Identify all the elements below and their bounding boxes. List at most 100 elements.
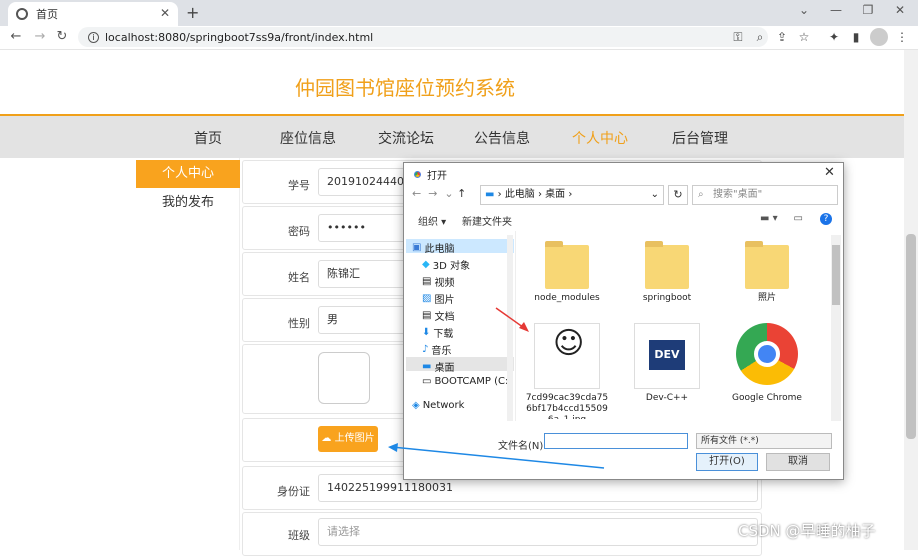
nav-notices[interactable]: 公告信息 bbox=[474, 128, 530, 148]
minimize-icon[interactable]: — bbox=[826, 3, 846, 17]
dialog-refresh-icon[interactable]: ↻ bbox=[668, 185, 688, 205]
tab-search-icon[interactable]: ⌄ bbox=[794, 3, 814, 17]
desktop-icon: ▬ bbox=[422, 361, 432, 372]
tree-item-this-pc[interactable]: ▣ 此电脑 bbox=[412, 240, 454, 255]
dialog-search-input[interactable]: ⌕ 搜索"桌面" bbox=[692, 185, 838, 205]
nav-profile[interactable]: 个人中心 bbox=[572, 128, 628, 148]
zoom-icon[interactable]: ⌕ bbox=[752, 30, 768, 45]
chevron-down-icon[interactable]: ⌄ bbox=[651, 186, 659, 204]
file-item[interactable]: node_modules bbox=[524, 241, 610, 304]
tree-label: 下载 bbox=[433, 329, 454, 340]
close-window-icon[interactable]: ✕ bbox=[890, 3, 910, 17]
file-item[interactable]: DEV Dev-C++ bbox=[624, 323, 710, 404]
photo-preview bbox=[318, 352, 370, 404]
tree-item-pictures[interactable]: ▨ 图片 bbox=[422, 291, 454, 306]
menu-kebab-icon[interactable]: ⋮ bbox=[894, 30, 910, 44]
restore-icon[interactable]: ❐ bbox=[858, 3, 878, 17]
tree-item-music[interactable]: ♪ 音乐 bbox=[422, 342, 451, 357]
tree-item-videos[interactable]: ▤ 视频 bbox=[422, 274, 454, 289]
tree-scrollbar[interactable] bbox=[507, 235, 513, 421]
search-icon: ⌕ bbox=[698, 189, 704, 200]
class-select[interactable]: 请选择 bbox=[318, 518, 758, 546]
url-text: localhost:8080/springboot7ss9a/front/ind… bbox=[105, 30, 374, 44]
file-label: 照片 bbox=[757, 293, 776, 303]
sidebar-item-my-posts[interactable]: 我的发布 bbox=[136, 192, 240, 214]
bookmark-star-icon[interactable]: ☆ bbox=[796, 30, 812, 44]
folder-icon bbox=[545, 241, 589, 289]
watermark: CSDN @早睡的柚子 bbox=[738, 522, 876, 540]
main-nav bbox=[0, 116, 918, 158]
chrome-icon bbox=[412, 169, 423, 180]
download-icon: ⬇ bbox=[422, 327, 431, 338]
sidebar-item-profile[interactable]: 个人中心 bbox=[136, 160, 240, 188]
sidepanel-icon[interactable]: ▮ bbox=[848, 30, 864, 44]
forward-icon[interactable]: → bbox=[32, 29, 48, 44]
file-name-label: 文件名(N): bbox=[498, 441, 547, 452]
file-item[interactable]: ☺ 7cd99cac39cda756bf17b4ccd155096a_1.jpg bbox=[524, 323, 610, 419]
file-type-select[interactable]: 所有文件 (*.*) bbox=[696, 433, 832, 449]
tree-item-downloads[interactable]: ⬇ 下载 bbox=[422, 325, 453, 340]
site-title: 仲园图书馆座位预约系统 bbox=[295, 76, 515, 100]
file-label: Dev-C++ bbox=[645, 393, 689, 403]
new-tab-icon[interactable]: + bbox=[186, 3, 199, 22]
file-name-input[interactable] bbox=[544, 433, 688, 449]
tree-label: 图片 bbox=[434, 295, 455, 306]
file-item[interactable]: 照片 bbox=[724, 241, 810, 304]
nav-home[interactable]: 首页 bbox=[194, 128, 222, 148]
path-segment[interactable]: 此电脑 bbox=[505, 189, 535, 200]
path-segment[interactable]: 桌面 bbox=[545, 189, 565, 200]
extensions-icon[interactable]: ✦ bbox=[826, 30, 842, 44]
nav-seats[interactable]: 座位信息 bbox=[280, 128, 336, 148]
tree-label: Network bbox=[422, 400, 465, 411]
dialog-nav-arrows[interactable]: ← → ⌄ ↑ bbox=[412, 187, 466, 200]
picture-icon: ▨ bbox=[422, 293, 432, 304]
nav-admin[interactable]: 后台管理 bbox=[672, 128, 728, 148]
open-file-dialog: 打开 ✕ ← → ⌄ ↑ ▬ › 此电脑 › 桌面 › ⌄ ↻ ⌕ 搜索"桌面"… bbox=[403, 162, 844, 480]
organize-menu[interactable]: 组织 ▾ bbox=[418, 213, 446, 228]
chrome-icon bbox=[736, 323, 798, 385]
address-bar[interactable]: i localhost:8080/springboot7ss9a/front/i… bbox=[78, 27, 768, 47]
file-item[interactable]: springboot bbox=[624, 241, 710, 304]
devcpp-icon: DEV bbox=[634, 323, 700, 389]
drive-icon: ▭ bbox=[422, 376, 432, 387]
tree-label: BOOTCAMP (C: bbox=[434, 376, 509, 387]
folder-icon bbox=[645, 241, 689, 289]
tree-label: 桌面 bbox=[434, 363, 455, 374]
close-tab-icon[interactable]: ✕ bbox=[160, 6, 170, 20]
tree-item-documents[interactable]: ▤ 文档 bbox=[422, 308, 454, 323]
document-icon: ▤ bbox=[422, 310, 432, 321]
cube-icon: ◆ bbox=[422, 259, 430, 270]
file-item[interactable]: Google Chrome bbox=[724, 323, 810, 404]
browser-tab[interactable]: 首页 ✕ bbox=[8, 2, 178, 26]
help-icon[interactable]: ? bbox=[820, 213, 832, 225]
back-icon[interactable]: ← bbox=[8, 29, 24, 44]
file-label: node_modules bbox=[534, 293, 600, 303]
nav-forum[interactable]: 交流论坛 bbox=[378, 128, 434, 148]
new-folder-button[interactable]: 新建文件夹 bbox=[462, 213, 512, 228]
dialog-path-bar[interactable]: ▬ › 此电脑 › 桌面 › ⌄ bbox=[480, 185, 664, 205]
info-icon[interactable]: i bbox=[88, 31, 99, 43]
dialog-close-icon[interactable]: ✕ bbox=[824, 165, 835, 180]
tree-item-drive[interactable]: ▭ BOOTCAMP (C: bbox=[422, 376, 508, 387]
tree-item-desktop[interactable]: ▬ 桌面 bbox=[422, 359, 454, 374]
key-icon[interactable]: ⚿ bbox=[730, 30, 746, 45]
profile-avatar[interactable] bbox=[870, 28, 888, 46]
folder-icon bbox=[745, 241, 789, 289]
tree-item-network[interactable]: ◈ Network bbox=[412, 400, 464, 411]
cancel-button[interactable]: 取消 bbox=[766, 453, 830, 471]
sidebar bbox=[136, 158, 240, 550]
tree-item-3d[interactable]: ◆ 3D 对象 bbox=[422, 257, 470, 272]
dialog-titlebar: 打开 bbox=[412, 167, 447, 182]
open-button[interactable]: 打开(O) bbox=[696, 453, 758, 471]
tree-label: 此电脑 bbox=[424, 244, 455, 255]
upload-image-button[interactable]: ☁ 上传图片 bbox=[318, 426, 378, 452]
search-placeholder: 搜索"桌面" bbox=[713, 189, 763, 200]
music-icon: ♪ bbox=[422, 344, 429, 355]
reload-icon[interactable]: ↻ bbox=[54, 29, 70, 44]
view-mode-icon[interactable]: ▬ ▾ ▭ bbox=[760, 213, 803, 224]
page-scrollbar-thumb[interactable] bbox=[906, 234, 916, 439]
cloud-upload-icon: ☁ bbox=[321, 433, 332, 444]
gender-label: 性别 bbox=[288, 317, 310, 330]
share-icon[interactable]: ⇪ bbox=[774, 30, 790, 44]
file-list-scrollbar-thumb[interactable] bbox=[832, 245, 840, 305]
